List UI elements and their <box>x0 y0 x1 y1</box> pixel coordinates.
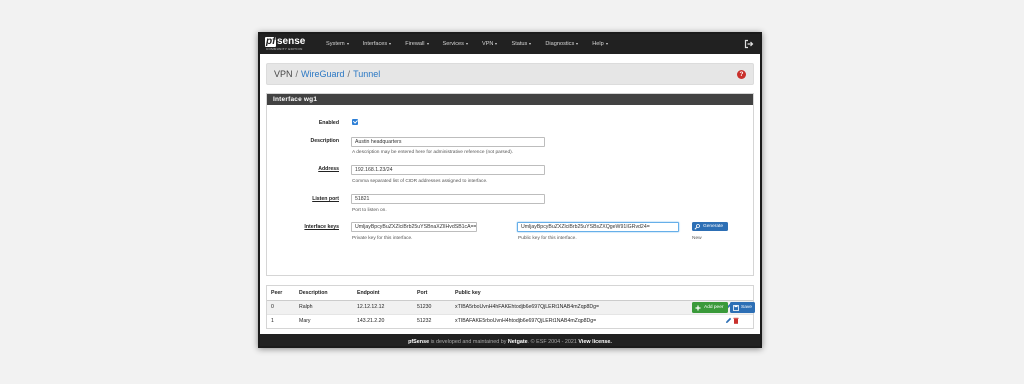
pfsense-window: pf sense COMMUNITY EDITION System Interf… <box>258 32 762 348</box>
private-key-input[interactable]: UmljayBpcyBuZXZlciBrb25uYSBnaXZlIHvdSB1c… <box>351 222 477 232</box>
sign-out-icon[interactable] <box>744 39 754 49</box>
public-key-input[interactable]: UmljayBpcyBuZXZlciBrb25uYSBsZXQgeW91IGRv… <box>517 222 679 232</box>
breadcrumb-separator: / <box>295 69 299 79</box>
footer: pfSense is developed and maintained by N… <box>260 334 760 346</box>
listen-port-label: Listen port <box>312 196 339 202</box>
peer-port: 51232 <box>413 313 451 328</box>
peer-description: Mary <box>295 313 353 328</box>
caret-down-icon <box>529 42 532 45</box>
breadcrumb-wireguard-link[interactable]: WireGuard <box>301 69 345 79</box>
menu-vpn[interactable]: VPN <box>476 41 506 47</box>
pfsense-logo[interactable]: pf sense COMMUNITY EDITION <box>265 36 311 52</box>
add-peer-button[interactable]: Add peer <box>692 302 728 313</box>
col-actions <box>713 286 753 301</box>
generate-label: Generate <box>703 224 724 229</box>
breadcrumb-vpn: VPN <box>274 69 293 79</box>
caret-down-icon <box>426 42 429 45</box>
menu-label: Status <box>511 41 528 47</box>
peer-endpoint: 12.12.12.12 <box>353 299 413 314</box>
menu-label: System <box>326 41 345 47</box>
trash-icon[interactable] <box>733 317 739 324</box>
footer-copyright: . © ESF 2004 - 2021 <box>527 339 579 345</box>
menu-help[interactable]: Help <box>586 41 616 47</box>
main-menu: System Interfaces Firewall Services VPN … <box>320 41 616 47</box>
address-label: Address <box>318 166 339 172</box>
caret-down-icon <box>576 42 579 45</box>
logo-sense: sense <box>277 36 306 47</box>
add-peer-label: Add peer <box>704 305 724 310</box>
description-label: Description <box>310 138 339 144</box>
peers-table: Peer Description Endpoint Port Public ke… <box>266 285 754 329</box>
menu-system[interactable]: System <box>320 41 357 47</box>
top-navbar: pf sense COMMUNITY EDITION System Interf… <box>260 34 760 54</box>
logo-pf: pf <box>265 36 277 47</box>
breadcrumb: VPN / WireGuard / Tunnel ? <box>266 63 754 85</box>
interface-panel: Interface wg1 Enabled Description Austin… <box>266 93 754 276</box>
peer-public-key: xTIBA5rboUvnH4hFAKEhtodjb6e697QjLERt1NAB… <box>451 299 713 314</box>
enabled-label: Enabled <box>318 120 339 126</box>
generate-button[interactable]: Generate <box>692 222 728 231</box>
footer-brand: pfSense <box>408 339 430 345</box>
listen-port-input[interactable]: 51821 <box>351 194 545 204</box>
breadcrumb-separator: / <box>347 69 351 79</box>
col-endpoint: Endpoint <box>353 286 413 301</box>
save-button[interactable]: Save <box>730 302 755 313</box>
peer-public-key: xTIBAFAKE5rboUvnH4htodjb6e697QjLERt1NAB4… <box>451 313 713 328</box>
menu-label: VPN <box>481 41 494 47</box>
menu-label: Help <box>592 41 604 47</box>
footer-text: is developed and maintained by <box>429 339 508 345</box>
key-icon <box>694 223 700 229</box>
col-port: Port <box>413 286 451 301</box>
menu-diagnostics[interactable]: Diagnostics <box>539 41 586 47</box>
save-label: Save <box>741 305 752 310</box>
description-help: A description may be entered here for ad… <box>352 150 514 155</box>
col-description: Description <box>295 286 353 301</box>
pencil-icon[interactable] <box>725 317 732 324</box>
peers-header-row: Peer Description Endpoint Port Public ke… <box>267 286 753 301</box>
menu-label: Services <box>442 41 464 47</box>
menu-status[interactable]: Status <box>505 41 539 47</box>
new-label: New <box>692 236 702 241</box>
table-row: 1 Mary 143.21.2.20 51232 xTIBAFAKE5rboUv… <box>267 313 753 328</box>
plus-icon <box>695 305 701 310</box>
caret-down-icon <box>346 42 349 45</box>
col-public-key: Public key <box>451 286 713 301</box>
floppy-icon <box>733 304 739 311</box>
caret-down-icon <box>495 42 498 45</box>
address-input[interactable]: 192.168.1.23/24 <box>351 165 545 175</box>
interface-keys-label: Interface keys <box>304 224 339 230</box>
col-peer: Peer <box>267 286 295 301</box>
peer-endpoint: 143.21.2.20 <box>353 313 413 328</box>
peer-id: 0 <box>267 299 295 314</box>
row-actions <box>713 313 753 328</box>
menu-label: Firewall <box>405 41 425 47</box>
enabled-checkbox[interactable] <box>352 119 358 125</box>
menu-interfaces[interactable]: Interfaces <box>357 41 400 47</box>
peer-description: Ralph <box>295 299 353 314</box>
menu-label: Interfaces <box>362 41 388 47</box>
address-help: Comma separated list of CIDR addresses a… <box>352 179 488 184</box>
table-row: 0 Ralph 12.12.12.12 51230 xTIBA5rboUvnH4… <box>267 299 753 314</box>
peer-port: 51230 <box>413 299 451 314</box>
public-key-help: Public key for this interface. <box>518 236 577 241</box>
description-input[interactable]: Austin headquarters <box>351 137 545 147</box>
caret-down-icon <box>389 42 392 45</box>
question-circle-icon[interactable]: ? <box>737 70 746 79</box>
private-key-help: Private key for this interface. <box>352 236 413 241</box>
caret-down-icon <box>605 42 608 45</box>
panel-title: Interface wg1 <box>267 94 753 105</box>
caret-down-icon <box>465 42 468 45</box>
listen-port-help: Port to listen on. <box>352 208 387 213</box>
netgate-link[interactable]: Netgate <box>508 339 528 345</box>
menu-label: Diagnostics <box>545 41 575 47</box>
breadcrumb-tunnel-link[interactable]: Tunnel <box>353 69 380 79</box>
peer-id: 1 <box>267 313 295 328</box>
menu-firewall[interactable]: Firewall <box>399 41 436 47</box>
menu-services[interactable]: Services <box>437 41 476 47</box>
view-license-link[interactable]: View license. <box>578 339 611 345</box>
logo-edition: COMMUNITY EDITION <box>266 47 303 51</box>
